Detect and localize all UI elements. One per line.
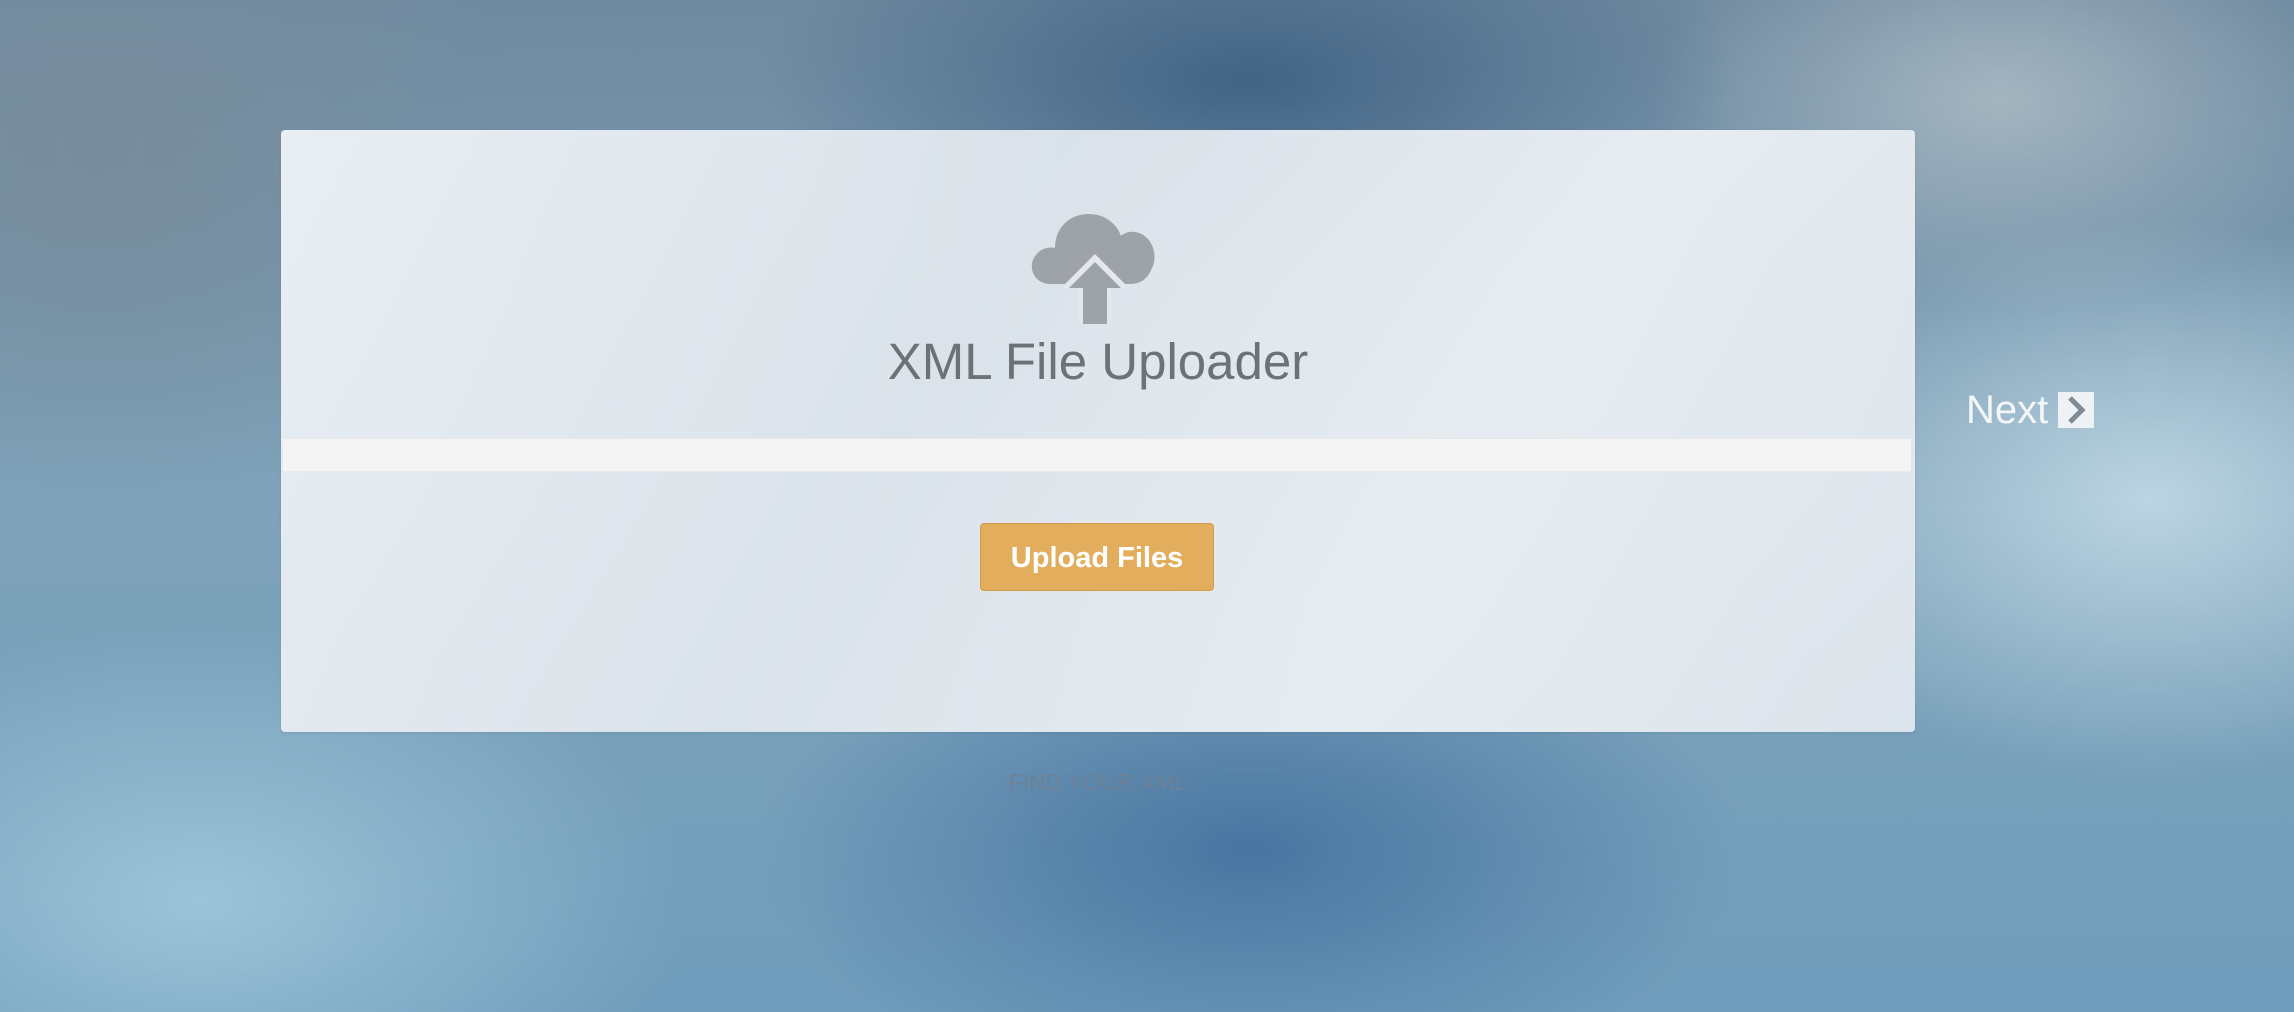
next-button[interactable]: Next <box>1966 384 2095 436</box>
file-drop-zone[interactable] <box>283 438 1911 472</box>
find-xml-hint: FIND YOUR XML <box>1008 770 1188 795</box>
next-label: Next <box>1966 387 2049 432</box>
cloud-upload-icon <box>1029 200 1161 324</box>
uploader-card: XML File Uploader Upload Files <box>281 130 1915 732</box>
chevron-right-icon <box>2058 392 2095 428</box>
upload-files-button[interactable]: Upload Files <box>980 523 1214 591</box>
page-title: XML File Uploader <box>887 333 1309 390</box>
